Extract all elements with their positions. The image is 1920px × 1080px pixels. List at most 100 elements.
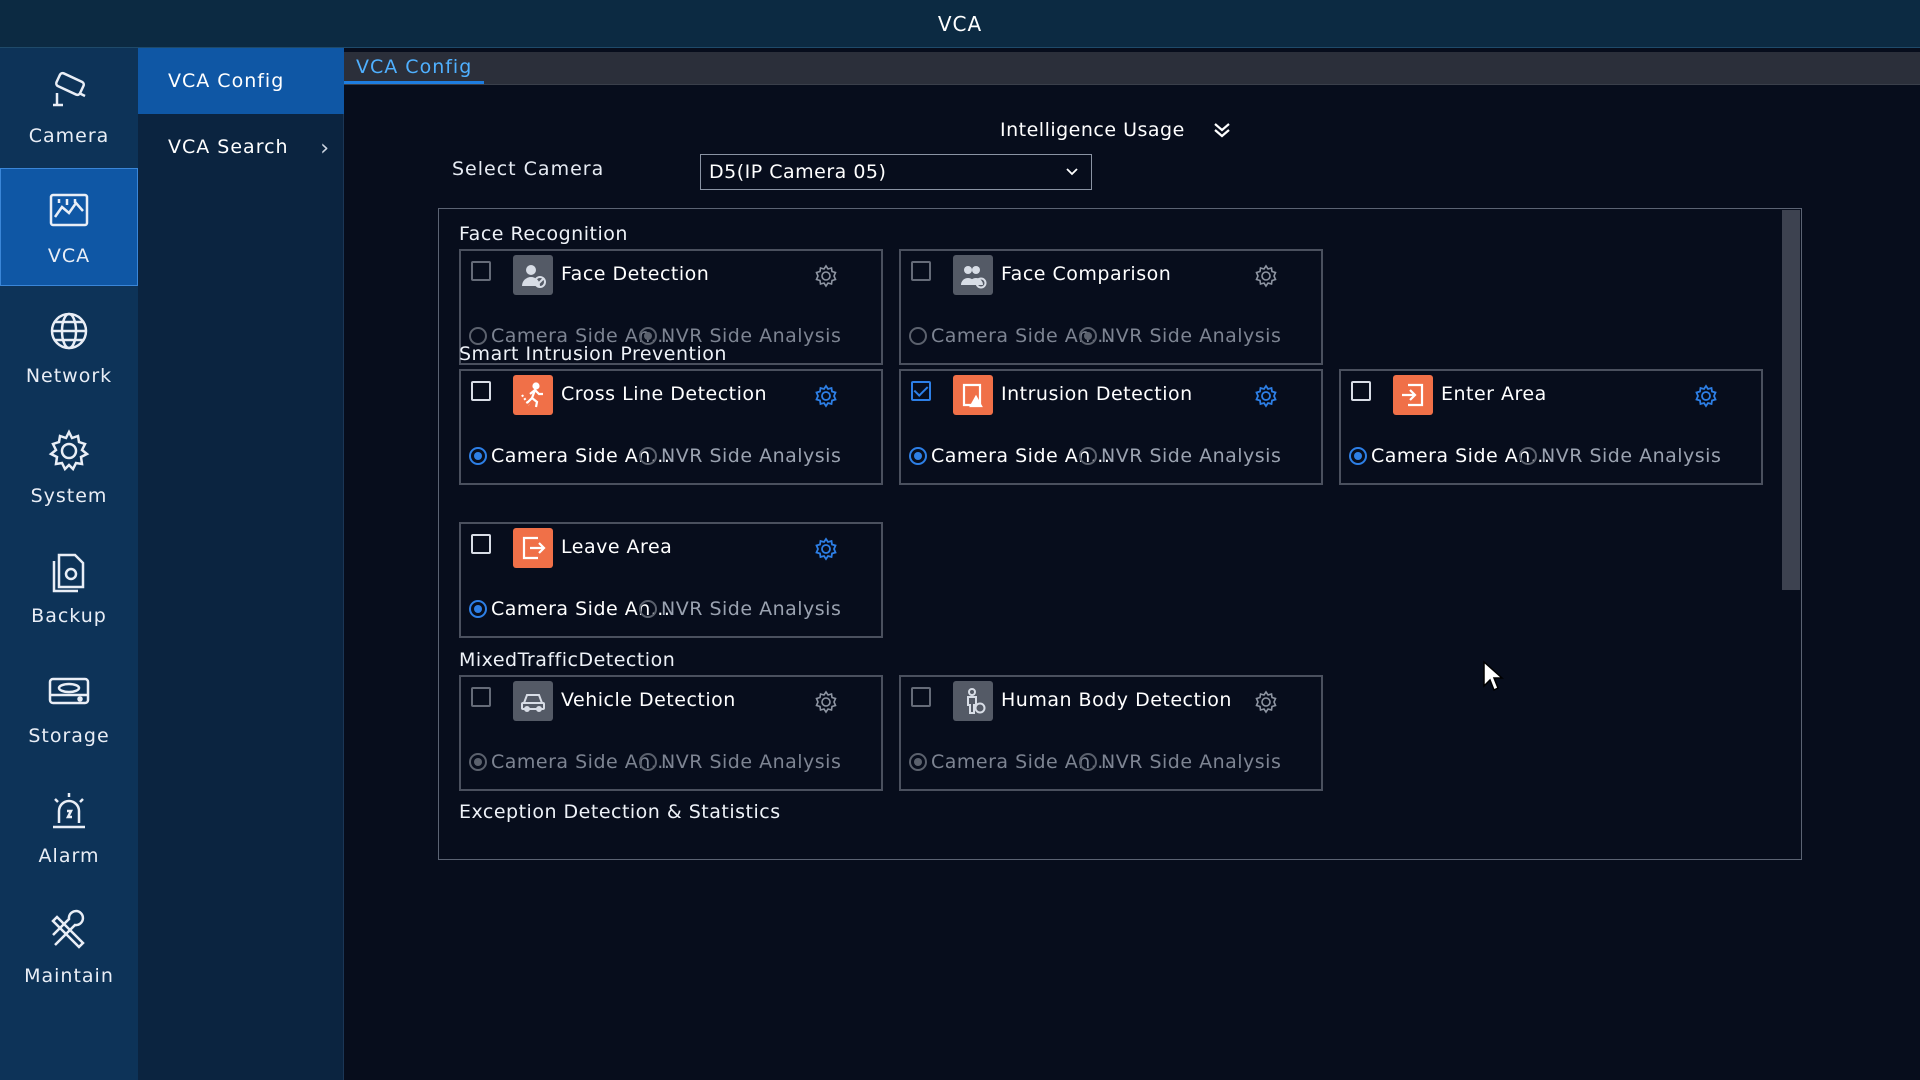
vehicle-nvr-side-option[interactable]: NVR Side Analysis bbox=[639, 751, 841, 773]
select-camera-value: D5(IP Camera 05) bbox=[709, 161, 887, 183]
mouse-cursor-icon bbox=[1483, 660, 1504, 692]
tools-icon bbox=[51, 909, 85, 949]
radio-button[interactable] bbox=[639, 600, 657, 618]
nav-item-network[interactable]: Network bbox=[0, 288, 138, 406]
nvr-side-label: NVR Side Analysis bbox=[1541, 445, 1722, 467]
vehicle-detection-checkbox[interactable] bbox=[471, 687, 491, 707]
nvr-side-label: NVR Side Analysis bbox=[661, 598, 842, 620]
radio-button[interactable] bbox=[909, 753, 927, 771]
intelligence-usage-toggle[interactable]: Intelligence Usage bbox=[1000, 112, 1233, 148]
cross-line-icon bbox=[513, 375, 553, 415]
enter-area-label: Enter Area bbox=[1441, 383, 1547, 405]
gear-icon[interactable] bbox=[1253, 689, 1279, 715]
nav-label-system: System bbox=[30, 485, 108, 507]
radio-button[interactable] bbox=[469, 753, 487, 771]
gear-icon[interactable] bbox=[813, 383, 839, 409]
cross-line-detection-label: Cross Line Detection bbox=[561, 383, 768, 405]
card-intrusion-detection: Intrusion Detection Camera Side An... NV… bbox=[899, 369, 1323, 485]
alarm-icon bbox=[53, 793, 85, 829]
face-comparison-label: Face Comparison bbox=[1001, 263, 1172, 285]
tab-vca-config[interactable]: VCA Config bbox=[344, 52, 485, 84]
nvr-side-label: NVR Side Analysis bbox=[661, 445, 842, 467]
card-leave-area: Leave Area Camera Side An... NVR Side An… bbox=[459, 522, 883, 638]
nav-label-vca: VCA bbox=[47, 245, 91, 267]
select-camera-dropdown[interactable]: D5(IP Camera 05) bbox=[700, 154, 1092, 190]
backup-icon bbox=[52, 553, 85, 593]
radio-button[interactable] bbox=[909, 327, 927, 345]
sub-menu: VCA Config VCA Search › bbox=[138, 48, 344, 1080]
nav-label-storage: Storage bbox=[28, 725, 110, 747]
leave-area-nvr-side-option[interactable]: NVR Side Analysis bbox=[639, 598, 841, 620]
gear-icon[interactable] bbox=[1253, 383, 1279, 409]
nav-item-camera[interactable]: Camera bbox=[0, 48, 138, 166]
submenu-label: VCA Search bbox=[168, 136, 289, 158]
vehicle-detection-icon bbox=[513, 681, 553, 721]
card-vehicle-detection: Vehicle Detection Camera Side An... NVR … bbox=[459, 675, 883, 791]
intrusion-detection-checkbox[interactable] bbox=[911, 381, 931, 401]
radio-button[interactable] bbox=[909, 447, 927, 465]
panel-scrollbar[interactable] bbox=[1782, 210, 1800, 590]
face-detection-icon bbox=[513, 255, 553, 295]
feature-panel: Face Recognition Face Detection Camera S… bbox=[438, 208, 1802, 860]
gear-icon[interactable] bbox=[813, 536, 839, 562]
radio-button[interactable] bbox=[639, 447, 657, 465]
nav-item-vca[interactable]: VCA bbox=[0, 168, 138, 286]
storage-icon bbox=[48, 677, 90, 705]
leave-area-checkbox[interactable] bbox=[471, 534, 491, 554]
nav-item-storage[interactable]: Storage bbox=[0, 648, 138, 766]
vehicle-detection-label: Vehicle Detection bbox=[561, 689, 736, 711]
nav-label-network: Network bbox=[25, 365, 113, 387]
nav-item-backup[interactable]: Backup bbox=[0, 528, 138, 646]
section-smart-intrusion-prevention: Smart Intrusion Prevention bbox=[459, 343, 727, 365]
human-body-icon bbox=[953, 681, 993, 721]
gear-icon[interactable] bbox=[1693, 383, 1719, 409]
intrusion-detection-label: Intrusion Detection bbox=[1001, 383, 1193, 405]
gear-icon[interactable] bbox=[813, 689, 839, 715]
radio-button[interactable] bbox=[469, 447, 487, 465]
face-comparison-icon bbox=[953, 255, 993, 295]
radio-button[interactable] bbox=[1519, 447, 1537, 465]
card-enter-area: Enter Area Camera Side An... NVR Side An… bbox=[1339, 369, 1763, 485]
nav-label-backup: Backup bbox=[31, 605, 107, 627]
submenu-vca-config[interactable]: VCA Config bbox=[138, 48, 344, 114]
window-title-bar: VCA bbox=[0, 0, 1920, 48]
radio-button[interactable] bbox=[469, 600, 487, 618]
main-nav: Camera VCA Network System Backup Storage… bbox=[0, 48, 138, 1080]
double-chevron-down-icon bbox=[1214, 123, 1230, 138]
nvr-side-label: NVR Side Analysis bbox=[1101, 445, 1282, 467]
select-camera-label: Select Camera bbox=[452, 158, 605, 180]
cross-line-nvr-side-option[interactable]: NVR Side Analysis bbox=[639, 445, 841, 467]
radio-button[interactable] bbox=[1349, 447, 1367, 465]
gear-icon[interactable] bbox=[813, 263, 839, 289]
face-detection-label: Face Detection bbox=[561, 263, 710, 285]
gear-icon[interactable] bbox=[1253, 263, 1279, 289]
submenu-vca-search[interactable]: VCA Search › bbox=[138, 114, 344, 180]
intrusion-nvr-side-option[interactable]: NVR Side Analysis bbox=[1079, 445, 1281, 467]
face-detection-checkbox[interactable] bbox=[471, 261, 491, 281]
leave-area-label: Leave Area bbox=[561, 536, 673, 558]
radio-button[interactable] bbox=[1079, 327, 1097, 345]
nav-item-alarm[interactable]: Alarm bbox=[0, 768, 138, 886]
nav-item-maintain[interactable]: Maintain bbox=[0, 888, 138, 1006]
nvr-side-label: NVR Side Analysis bbox=[661, 751, 842, 773]
nav-label-camera: Camera bbox=[28, 125, 110, 147]
radio-button[interactable] bbox=[1079, 753, 1097, 771]
section-face-recognition: Face Recognition bbox=[459, 223, 628, 245]
human-body-detection-checkbox[interactable] bbox=[911, 687, 931, 707]
enter-area-nvr-side-option[interactable]: NVR Side Analysis bbox=[1519, 445, 1721, 467]
tab-strip: VCA Config bbox=[344, 52, 1920, 85]
cross-line-detection-checkbox[interactable] bbox=[471, 381, 491, 401]
section-exception-detection: Exception Detection & Statistics bbox=[459, 801, 781, 823]
radio-button[interactable] bbox=[1079, 447, 1097, 465]
face-comparison-nvr-side-option[interactable]: NVR Side Analysis bbox=[1079, 325, 1281, 347]
camera-icon bbox=[53, 71, 86, 107]
human-body-nvr-side-option[interactable]: NVR Side Analysis bbox=[1079, 751, 1281, 773]
nav-item-system[interactable]: System bbox=[0, 408, 138, 526]
enter-area-icon bbox=[1393, 375, 1433, 415]
radio-button[interactable] bbox=[639, 753, 657, 771]
card-cross-line-detection: Cross Line Detection Camera Side An... N… bbox=[459, 369, 883, 485]
intelligence-usage-label: Intelligence Usage bbox=[1000, 119, 1185, 141]
nav-label-maintain: Maintain bbox=[24, 965, 114, 987]
face-comparison-checkbox[interactable] bbox=[911, 261, 931, 281]
enter-area-checkbox[interactable] bbox=[1351, 381, 1371, 401]
